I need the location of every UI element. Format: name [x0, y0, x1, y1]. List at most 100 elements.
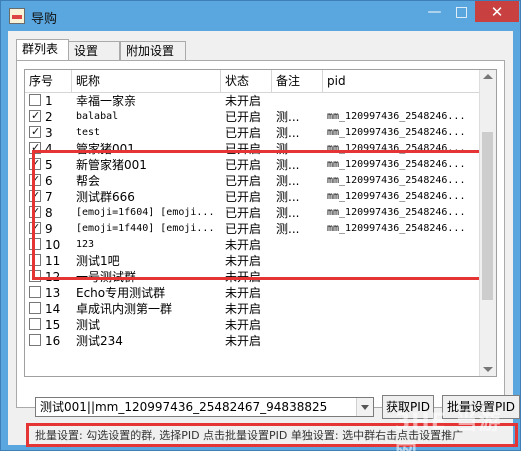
table-row[interactable]: 16 测试234 未开启 [25, 333, 480, 349]
row-status: 已开启 [225, 190, 262, 204]
table-row[interactable]: 4 管家猪001 已开启 测... mm_120997436_2548246..… [25, 140, 480, 157]
row-remark: 测... [276, 110, 300, 124]
row-pid: mm_120997436_2548246... [327, 111, 466, 122]
row-remark: 测... [276, 158, 300, 172]
row-checkbox[interactable] [29, 172, 41, 188]
row-status: 已开启 [225, 174, 262, 188]
row-checkbox[interactable] [29, 286, 41, 298]
table-row[interactable]: 14 卓成讯内测第一群 未开启 [25, 301, 480, 317]
row-pid: mm_120997436_2548246... [327, 143, 466, 154]
row-pid: mm_120997436_2548246... [327, 159, 466, 170]
row-pid [327, 301, 479, 317]
row-number: 7 [45, 190, 53, 204]
minimize-button[interactable]: — [421, 1, 448, 22]
row-nickname: 管家猪001 [76, 142, 135, 156]
row-remark: 测... [276, 142, 300, 156]
table-row[interactable]: 13 Echo专用测试群 未开启 [25, 285, 480, 301]
table-row[interactable]: 7 测试群666 已开启 测... mm_120997436_2548246..… [25, 188, 480, 205]
tab-extra-settings[interactable]: 附加设置 [120, 41, 186, 60]
table-row[interactable]: 6 帮会 已开启 测... mm_120997436_2548246... [25, 172, 480, 189]
row-nickname: 一号测试群 [76, 270, 137, 284]
table-row[interactable]: 5 新管家猪001 已开启 测... mm_120997436_2548246.… [25, 156, 480, 173]
table-row[interactable]: 9 [emoji=1f440] [emoji... 已开启 测... mm_12… [25, 220, 480, 237]
row-number: 1 [45, 94, 53, 108]
app-icon [9, 8, 25, 24]
pid-select-value: 测试001||mm_120997436_25482467_94838825 [40, 400, 328, 414]
row-nickname: 测试群666 [76, 190, 135, 204]
row-remark: 测... [276, 206, 300, 220]
column-number[interactable]: 序号 [25, 70, 72, 92]
row-remark [276, 93, 322, 109]
row-remark: 测... [276, 126, 300, 140]
group-list-panel: 序号 昵称 状态 备注 pid 1 幸福一家亲 未开启 ✓ 2 balabal … [16, 60, 520, 447]
dropdown-arrow-icon[interactable] [356, 398, 373, 416]
row-checkbox[interactable] [29, 238, 41, 250]
row-pid [327, 333, 479, 349]
row-checkbox[interactable] [29, 140, 41, 156]
row-status: 未开启 [225, 270, 262, 284]
row-number: 6 [45, 174, 53, 188]
row-status: 未开启 [225, 318, 262, 332]
row-pid: mm_120997436_2548246... [327, 207, 466, 218]
table-row[interactable]: 2 balabal 已开启 测... mm_120997436_2548246.… [25, 108, 480, 125]
title-bar[interactable]: 导购 — □ ✕ [1, 1, 520, 31]
app-window: 导购 — □ ✕ 群列表 设置 附加设置 序号 昵称 状态 备注 pid 1 幸… [0, 0, 521, 467]
row-pid [327, 285, 479, 301]
table-row[interactable]: 12 一号测试群 未开启 [25, 269, 480, 285]
row-nickname: 卓成讯内测第一群 [76, 302, 173, 316]
close-button[interactable]: ✕ [475, 1, 519, 22]
row-remark: 测... [276, 222, 300, 236]
vertical-scrollbar[interactable] [479, 70, 496, 376]
row-nickname: test [76, 127, 101, 138]
row-number: 16 [45, 334, 61, 348]
row-number: 10 [45, 238, 61, 252]
column-nickname[interactable]: 昵称 [72, 70, 221, 92]
row-checkbox[interactable] [29, 302, 41, 314]
tab-group-list[interactable]: 群列表 [16, 39, 69, 60]
row-pid: mm_120997436_2548246... [327, 175, 466, 186]
row-nickname: [emoji=1f604] [emoji... [76, 207, 215, 218]
row-status: 未开启 [225, 254, 262, 268]
column-remark[interactable]: 备注 [272, 70, 323, 92]
row-nickname: Echo专用测试群 [76, 286, 166, 300]
table-row[interactable]: 15 测试 未开启 [25, 317, 480, 333]
row-status: 已开启 [225, 110, 262, 124]
row-checkbox[interactable] [29, 156, 41, 172]
pid-select[interactable]: 测试001||mm_120997436_25482467_94838825 [35, 397, 374, 417]
row-checkbox[interactable] [29, 94, 41, 106]
row-nickname: 新管家猪001 [76, 158, 147, 172]
row-number: 4 [45, 142, 53, 156]
row-pid [327, 237, 479, 253]
scroll-up-icon[interactable] [483, 74, 493, 79]
column-pid[interactable]: pid [323, 70, 480, 92]
row-status: 已开启 [225, 158, 262, 172]
row-checkbox[interactable] [29, 254, 41, 266]
scroll-down-icon[interactable] [483, 367, 493, 372]
tab-settings[interactable]: 设置 [68, 41, 120, 60]
row-checkbox[interactable] [29, 188, 41, 204]
scrollbar-thumb[interactable] [482, 132, 493, 300]
row-remark [276, 237, 322, 253]
table-row[interactable]: 3 test 已开启 测... mm_120997436_2548246... [25, 124, 480, 141]
row-remark: 测... [276, 190, 300, 204]
row-checkbox[interactable] [29, 334, 41, 346]
row-checkbox[interactable] [29, 108, 41, 124]
row-checkbox[interactable] [29, 204, 41, 220]
maximize-button[interactable]: □ [448, 1, 475, 22]
row-checkbox[interactable] [29, 270, 41, 282]
row-status: 已开启 [225, 126, 262, 140]
row-remark [276, 301, 322, 317]
row-checkbox[interactable] [29, 220, 41, 236]
row-status: 未开启 [225, 302, 262, 316]
row-checkbox[interactable] [29, 124, 41, 140]
window-title: 导购 [31, 12, 58, 27]
row-status: 已开启 [225, 206, 262, 220]
table-row[interactable]: 11 测试1吧 未开启 [25, 253, 480, 269]
table-row[interactable]: 1 幸福一家亲 未开启 [25, 93, 480, 109]
table-row[interactable]: 10 123 未开启 [25, 237, 480, 253]
row-pid: mm_120997436_2548246... [327, 191, 466, 202]
table-row[interactable]: 8 [emoji=1f604] [emoji... 已开启 测... mm_12… [25, 204, 480, 221]
column-status[interactable]: 状态 [221, 70, 272, 92]
row-number: 15 [45, 318, 61, 332]
row-checkbox[interactable] [29, 318, 41, 330]
